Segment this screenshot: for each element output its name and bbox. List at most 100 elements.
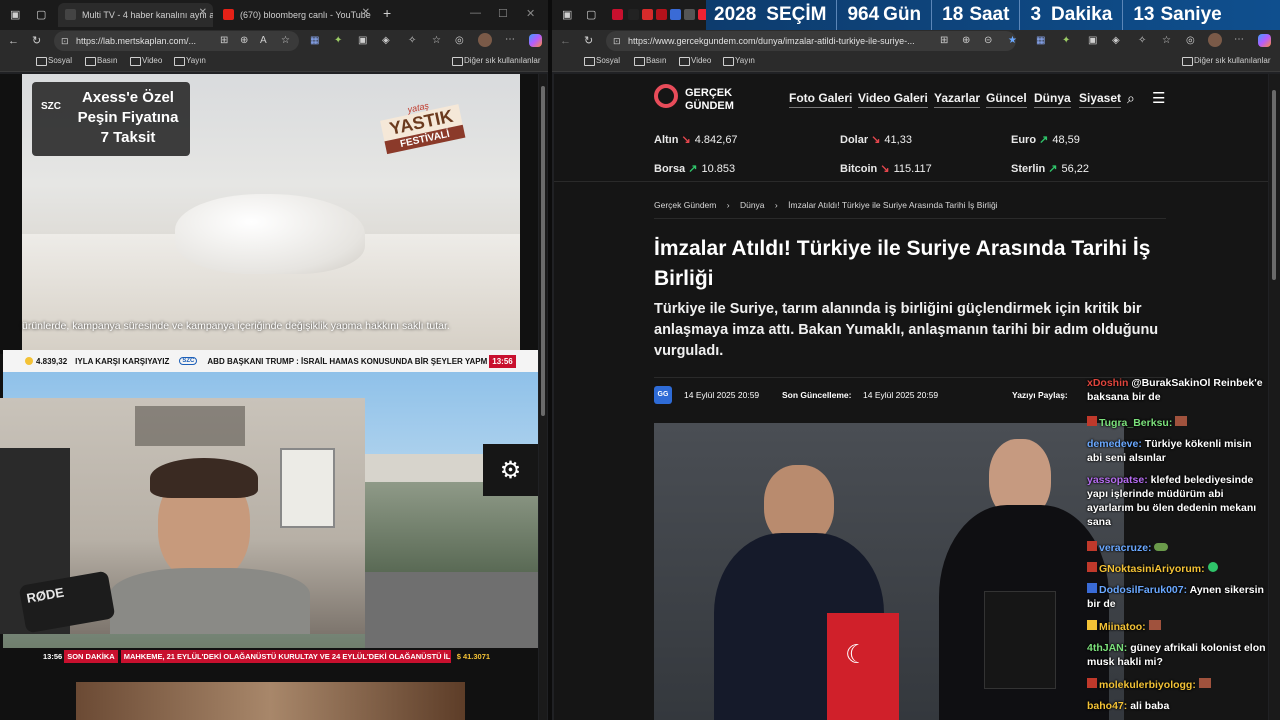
address-bar[interactable]: ⊡ https://www.gercekgundem.com/dunya/imz… — [606, 31, 1016, 51]
tab-multi-tv[interactable]: Multi TV - 4 haber kanalını aynı a ✕ — [58, 3, 213, 27]
pinned-tab-icon[interactable] — [612, 9, 623, 20]
nav-foto-galeri[interactable]: Foto Galeri — [789, 91, 853, 108]
site-info-icon[interactable]: ⊡ — [61, 34, 69, 48]
close-window-icon[interactable]: ✕ — [526, 7, 535, 21]
workspaces-icon[interactable]: ▣ — [562, 8, 572, 22]
scroll-thumb[interactable] — [541, 86, 545, 416]
maximize-icon[interactable]: ☐ — [498, 7, 508, 21]
nav-video-galeri[interactable]: Video Galeri — [858, 91, 928, 108]
bookmark-folder[interactable]: Sosyal — [36, 56, 72, 66]
tab-actions-icon[interactable]: ▢ — [586, 8, 596, 22]
back-icon[interactable]: ← — [560, 34, 571, 48]
emote-icon — [1154, 543, 1169, 551]
split-icon[interactable]: ⊞ — [220, 34, 228, 48]
new-tab-icon[interactable]: + — [383, 6, 391, 20]
market-dolar[interactable]: Dolar ↘ 41,33 — [840, 133, 912, 146]
market-name: Bitcoin — [840, 163, 878, 175]
shield-icon[interactable]: ◎ — [455, 34, 464, 48]
extension-icon[interactable]: ✦ — [1062, 34, 1070, 48]
market-euro[interactable]: Euro ↗ 48,59 — [1011, 133, 1080, 146]
refresh-icon[interactable]: ↻ — [584, 34, 593, 48]
favorite-star-icon[interactable]: ☆ — [281, 34, 290, 48]
nav-guncel[interactable]: Güncel — [986, 91, 1027, 108]
tracking-icon[interactable]: ⊝ — [984, 34, 992, 48]
other-bookmarks[interactable]: Diğer sık kullanılanlar — [1182, 56, 1270, 66]
workspaces-icon[interactable]: ▣ — [10, 8, 20, 22]
extension-icon[interactable]: ◈ — [1112, 34, 1120, 48]
hamburger-menu-icon[interactable]: ☰ — [1152, 89, 1165, 107]
nav-dunya[interactable]: Dünya — [1034, 91, 1071, 108]
right-scrollbar[interactable] — [1269, 74, 1280, 720]
bookmark-folder[interactable]: Yayın — [723, 56, 755, 66]
bookmark-folder[interactable]: Video — [130, 56, 162, 66]
search-icon[interactable]: ⌕ — [1127, 90, 1135, 107]
chat-username: GNoktasiniAriyorum: — [1099, 563, 1205, 575]
close-tab-icon[interactable]: ✕ — [362, 7, 370, 18]
bookmark-folder[interactable]: Basın — [85, 56, 117, 66]
copilot-icon[interactable] — [1258, 34, 1271, 47]
left-scrollbar[interactable] — [539, 74, 547, 720]
extensions-puzzle-icon[interactable]: ✧ — [408, 34, 416, 48]
market-borsa[interactable]: Borsa ↗ 10.853 — [654, 162, 735, 175]
split-icon[interactable]: ⊞ — [940, 34, 948, 48]
site-logo-icon[interactable] — [654, 84, 678, 108]
market-sterlin[interactable]: Sterlin ↗ 56,22 — [1011, 162, 1089, 175]
site-logo[interactable]: GERÇEK GÜNDEM — [685, 87, 734, 113]
badge-icon — [1087, 678, 1097, 688]
bookmark-folder[interactable]: Basın — [634, 56, 666, 66]
minimize-icon[interactable]: — — [470, 6, 481, 20]
favorites-icon[interactable]: ☆ — [1162, 34, 1171, 48]
market-value: 4.842,67 — [694, 134, 738, 146]
profile-avatar[interactable] — [1208, 33, 1222, 47]
market-bitcoin[interactable]: Bitcoin ↘ 115.117 — [840, 162, 932, 175]
favorite-star-filled-icon[interactable]: ★ — [1008, 34, 1017, 48]
pinned-tab-icon[interactable] — [642, 9, 653, 20]
article-image[interactable]: ☾ — [654, 423, 1124, 720]
ticker-price: 4.839,32 — [36, 356, 68, 366]
market-altin[interactable]: Altın ↘ 4.842,67 — [654, 133, 738, 146]
scroll-thumb[interactable] — [1272, 90, 1276, 280]
tab-actions-icon[interactable]: ▢ — [36, 8, 46, 22]
extension-icon[interactable]: ▣ — [358, 34, 367, 48]
channel-badge: SZC — [37, 100, 65, 113]
breadcrumb-home[interactable]: Gerçek Gündem — [654, 200, 716, 210]
news-ticker: 4.839,32 IYLA KARŞI KARŞIYAYIZ SZC ABD B… — [3, 350, 538, 372]
pinned-tab-icon[interactable] — [684, 9, 695, 20]
pinned-tab-icon[interactable] — [656, 9, 667, 20]
refresh-icon[interactable]: ↻ — [32, 34, 41, 48]
chat-username: xDoshin — [1087, 377, 1129, 389]
extension-icon[interactable]: ▦ — [1036, 34, 1045, 48]
extension-icon[interactable]: ▣ — [1088, 34, 1097, 48]
bookmark-folder[interactable]: Yayın — [174, 56, 206, 66]
site-info-icon[interactable]: ⊡ — [613, 34, 621, 48]
nav-siyaset[interactable]: Siyaset — [1079, 91, 1122, 108]
multi-tv-player[interactable]: SZC Axess'e Özel Peşin Fiyatına 7 Taksit… — [0, 74, 538, 720]
bookmark-folder[interactable]: Sosyal — [584, 56, 620, 66]
pinned-tab-icon[interactable] — [670, 9, 681, 20]
other-bookmarks[interactable]: Diğer sık kullanılanlar — [452, 56, 540, 66]
more-menu-icon[interactable]: ⋯ — [1234, 33, 1244, 47]
shield-icon[interactable]: ◎ — [1186, 34, 1195, 48]
copilot-icon[interactable] — [529, 34, 542, 47]
read-aloud-icon[interactable]: A — [260, 34, 267, 48]
extension-icon[interactable]: ▦ — [310, 34, 319, 48]
extension-icon[interactable]: ✦ — [334, 34, 342, 48]
chat-message: Tugra_Berksu: — [1087, 416, 1269, 430]
extensions-puzzle-icon[interactable]: ✧ — [1138, 34, 1146, 48]
close-tab-icon[interactable]: ✕ — [199, 7, 207, 18]
back-icon[interactable]: ← — [8, 34, 19, 48]
more-menu-icon[interactable]: ⋯ — [505, 33, 515, 47]
zoom-icon[interactable]: ⊕ — [962, 34, 970, 48]
bookmark-folder[interactable]: Video — [679, 56, 711, 66]
tab-youtube[interactable]: (670) bloomberg canlı - YouTube ✕ — [216, 3, 376, 27]
favorites-icon[interactable]: ☆ — [432, 34, 441, 48]
market-value: 56,22 — [1061, 163, 1090, 175]
settings-gear-button[interactable]: ⚙ — [483, 444, 538, 496]
pinned-tab-icon[interactable] — [628, 9, 639, 20]
market-name: Euro — [1011, 134, 1037, 146]
nav-yazarlar[interactable]: Yazarlar — [934, 91, 981, 108]
extension-icon[interactable]: ◈ — [382, 34, 390, 48]
breadcrumb-section[interactable]: Dünya — [740, 200, 765, 210]
profile-avatar[interactable] — [478, 33, 492, 47]
zoom-icon[interactable]: ⊕ — [240, 34, 248, 48]
